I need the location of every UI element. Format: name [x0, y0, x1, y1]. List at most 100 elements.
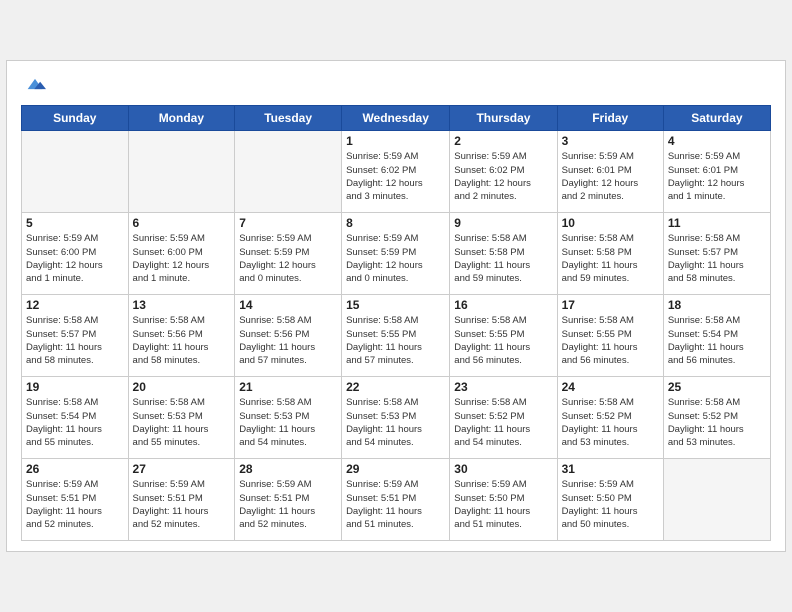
calendar-cell: 17 Sunrise: 5:58 AM Sunset: 5:55 PM Dayli… — [557, 295, 663, 377]
calendar-cell: 30 Sunrise: 5:59 AM Sunset: 5:50 PM Dayli… — [450, 459, 557, 541]
calendar-cell: 2 Sunrise: 5:59 AM Sunset: 6:02 PM Daylig… — [450, 131, 557, 213]
calendar-cell: 25 Sunrise: 5:58 AM Sunset: 5:52 PM Dayli… — [663, 377, 770, 459]
day-number: 20 — [133, 380, 231, 394]
day-number: 23 — [454, 380, 552, 394]
day-info: Sunrise: 5:59 AM Sunset: 5:59 PM Dayligh… — [346, 232, 445, 285]
calendar-cell: 7 Sunrise: 5:59 AM Sunset: 5:59 PM Daylig… — [235, 213, 342, 295]
day-number: 5 — [26, 216, 124, 230]
calendar-cell: 9Sunrise: 5:58 AM Sunset: 5:58 PM Daylig… — [450, 213, 557, 295]
weekday-header-row: SundayMondayTuesdayWednesdayThursdayFrid… — [22, 106, 771, 131]
week-row: 26Sunrise: 5:59 AM Sunset: 5:51 PM Dayli… — [22, 459, 771, 541]
calendar-cell: 8 Sunrise: 5:59 AM Sunset: 5:59 PM Daylig… — [342, 213, 450, 295]
day-number: 12 — [26, 298, 124, 312]
day-info: Sunrise: 5:58 AM Sunset: 5:57 PM Dayligh… — [26, 314, 124, 367]
day-number: 9 — [454, 216, 552, 230]
day-number: 1 — [346, 134, 445, 148]
day-info: Sunrise: 5:58 AM Sunset: 5:52 PM Dayligh… — [454, 396, 552, 449]
calendar-cell: 28 Sunrise: 5:59 AM Sunset: 5:51 PM Dayli… — [235, 459, 342, 541]
calendar-header — [21, 73, 771, 100]
week-row: 5 Sunrise: 5:59 AM Sunset: 6:00 PM Daylig… — [22, 213, 771, 295]
day-number: 10 — [562, 216, 659, 230]
calendar-cell: 16 Sunrise: 5:58 AM Sunset: 5:55 PM Dayli… — [450, 295, 557, 377]
day-number: 17 — [562, 298, 659, 312]
day-number: 29 — [346, 462, 445, 476]
calendar-cell: 3Sunrise: 5:59 AM Sunset: 6:01 PM Daylig… — [557, 131, 663, 213]
calendar-cell: 13Sunrise: 5:58 AM Sunset: 5:56 PM Dayli… — [128, 295, 235, 377]
day-info: Sunrise: 5:58 AM Sunset: 5:53 PM Dayligh… — [346, 396, 445, 449]
day-number: 18 — [668, 298, 766, 312]
day-number: 30 — [454, 462, 552, 476]
day-info: Sunrise: 5:58 AM Sunset: 5:55 PM Dayligh… — [562, 314, 659, 367]
calendar-cell: 6 Sunrise: 5:59 AM Sunset: 6:00 PM Daylig… — [128, 213, 235, 295]
calendar-cell: 14 Sunrise: 5:58 AM Sunset: 5:56 PM Dayli… — [235, 295, 342, 377]
calendar-cell: 11 Sunrise: 5:58 AM Sunset: 5:57 PM Dayli… — [663, 213, 770, 295]
day-info: Sunrise: 5:59 AM Sunset: 6:02 PM Dayligh… — [454, 150, 552, 203]
week-row: 1 Sunrise: 5:59 AM Sunset: 6:02 PM Daylig… — [22, 131, 771, 213]
day-info: Sunrise: 5:58 AM Sunset: 5:52 PM Dayligh… — [668, 396, 766, 449]
day-number: 14 — [239, 298, 337, 312]
day-info: Sunrise: 5:59 AM Sunset: 6:00 PM Dayligh… — [26, 232, 124, 285]
calendar-cell: 15 Sunrise: 5:58 AM Sunset: 5:55 PM Dayli… — [342, 295, 450, 377]
day-number: 15 — [346, 298, 445, 312]
calendar-cell: 29 Sunrise: 5:59 AM Sunset: 5:51 PM Dayli… — [342, 459, 450, 541]
day-number: 31 — [562, 462, 659, 476]
weekday-header: Thursday — [450, 106, 557, 131]
day-number: 11 — [668, 216, 766, 230]
calendar-cell: 4 Sunrise: 5:59 AM Sunset: 6:01 PM Daylig… — [663, 131, 770, 213]
calendar-table: SundayMondayTuesdayWednesdayThursdayFrid… — [21, 105, 771, 541]
calendar-cell: 24 Sunrise: 5:58 AM Sunset: 5:52 PM Dayli… — [557, 377, 663, 459]
logo — [21, 73, 46, 100]
day-info: Sunrise: 5:58 AM Sunset: 5:55 PM Dayligh… — [454, 314, 552, 367]
calendar-cell: 19 Sunrise: 5:58 AM Sunset: 5:54 PM Dayli… — [22, 377, 129, 459]
day-info: Sunrise: 5:58 AM Sunset: 5:53 PM Dayligh… — [239, 396, 337, 449]
week-row: 12 Sunrise: 5:58 AM Sunset: 5:57 PM Dayli… — [22, 295, 771, 377]
day-info: Sunrise: 5:59 AM Sunset: 5:50 PM Dayligh… — [562, 478, 659, 531]
day-number: 4 — [668, 134, 766, 148]
calendar-cell: 18Sunrise: 5:58 AM Sunset: 5:54 PM Dayli… — [663, 295, 770, 377]
day-number: 16 — [454, 298, 552, 312]
day-number: 7 — [239, 216, 337, 230]
day-info: Sunrise: 5:59 AM Sunset: 6:01 PM Dayligh… — [562, 150, 659, 203]
weekday-header: Monday — [128, 106, 235, 131]
day-info: Sunrise: 5:59 AM Sunset: 5:51 PM Dayligh… — [133, 478, 231, 531]
calendar-cell: 23 Sunrise: 5:58 AM Sunset: 5:52 PM Dayli… — [450, 377, 557, 459]
day-info: Sunrise: 5:58 AM Sunset: 5:52 PM Dayligh… — [562, 396, 659, 449]
week-row: 19 Sunrise: 5:58 AM Sunset: 5:54 PM Dayli… — [22, 377, 771, 459]
day-info: Sunrise: 5:58 AM Sunset: 5:55 PM Dayligh… — [346, 314, 445, 367]
day-number: 27 — [133, 462, 231, 476]
day-info: Sunrise: 5:59 AM Sunset: 5:51 PM Dayligh… — [239, 478, 337, 531]
day-number: 19 — [26, 380, 124, 394]
day-info: Sunrise: 5:59 AM Sunset: 5:51 PM Dayligh… — [346, 478, 445, 531]
calendar-cell: 1Sunrise: 5:59 AM Sunset: 6:02 PM Daylig… — [342, 131, 450, 213]
day-info: Sunrise: 5:59 AM Sunset: 5:59 PM Dayligh… — [239, 232, 337, 285]
logo-icon — [24, 73, 46, 95]
day-number: 6 — [133, 216, 231, 230]
day-number: 2 — [454, 134, 552, 148]
weekday-header: Friday — [557, 106, 663, 131]
day-number: 28 — [239, 462, 337, 476]
day-number: 8 — [346, 216, 445, 230]
day-info: Sunrise: 5:58 AM Sunset: 5:57 PM Dayligh… — [668, 232, 766, 285]
day-info: Sunrise: 5:58 AM Sunset: 5:53 PM Dayligh… — [133, 396, 231, 449]
calendar-cell — [235, 131, 342, 213]
day-number: 24 — [562, 380, 659, 394]
calendar-cell: 31 Sunrise: 5:59 AM Sunset: 5:50 PM Dayli… — [557, 459, 663, 541]
day-info: Sunrise: 5:58 AM Sunset: 5:54 PM Dayligh… — [26, 396, 124, 449]
calendar-cell: 26Sunrise: 5:59 AM Sunset: 5:51 PM Dayli… — [22, 459, 129, 541]
day-number: 25 — [668, 380, 766, 394]
day-info: Sunrise: 5:58 AM Sunset: 5:58 PM Dayligh… — [562, 232, 659, 285]
day-info: Sunrise: 5:58 AM Sunset: 5:56 PM Dayligh… — [239, 314, 337, 367]
day-info: Sunrise: 5:59 AM Sunset: 6:01 PM Dayligh… — [668, 150, 766, 203]
calendar-cell: 21 Sunrise: 5:58 AM Sunset: 5:53 PM Dayli… — [235, 377, 342, 459]
logo-text — [21, 73, 46, 100]
calendar-container: SundayMondayTuesdayWednesdayThursdayFrid… — [6, 60, 786, 553]
weekday-header: Saturday — [663, 106, 770, 131]
calendar-cell: 10 Sunrise: 5:58 AM Sunset: 5:58 PM Dayli… — [557, 213, 663, 295]
day-info: Sunrise: 5:59 AM Sunset: 5:50 PM Dayligh… — [454, 478, 552, 531]
day-info: Sunrise: 5:59 AM Sunset: 6:00 PM Dayligh… — [133, 232, 231, 285]
calendar-cell: 20 Sunrise: 5:58 AM Sunset: 5:53 PM Dayli… — [128, 377, 235, 459]
calendar-cell — [663, 459, 770, 541]
weekday-header: Wednesday — [342, 106, 450, 131]
day-number: 22 — [346, 380, 445, 394]
day-number: 21 — [239, 380, 337, 394]
